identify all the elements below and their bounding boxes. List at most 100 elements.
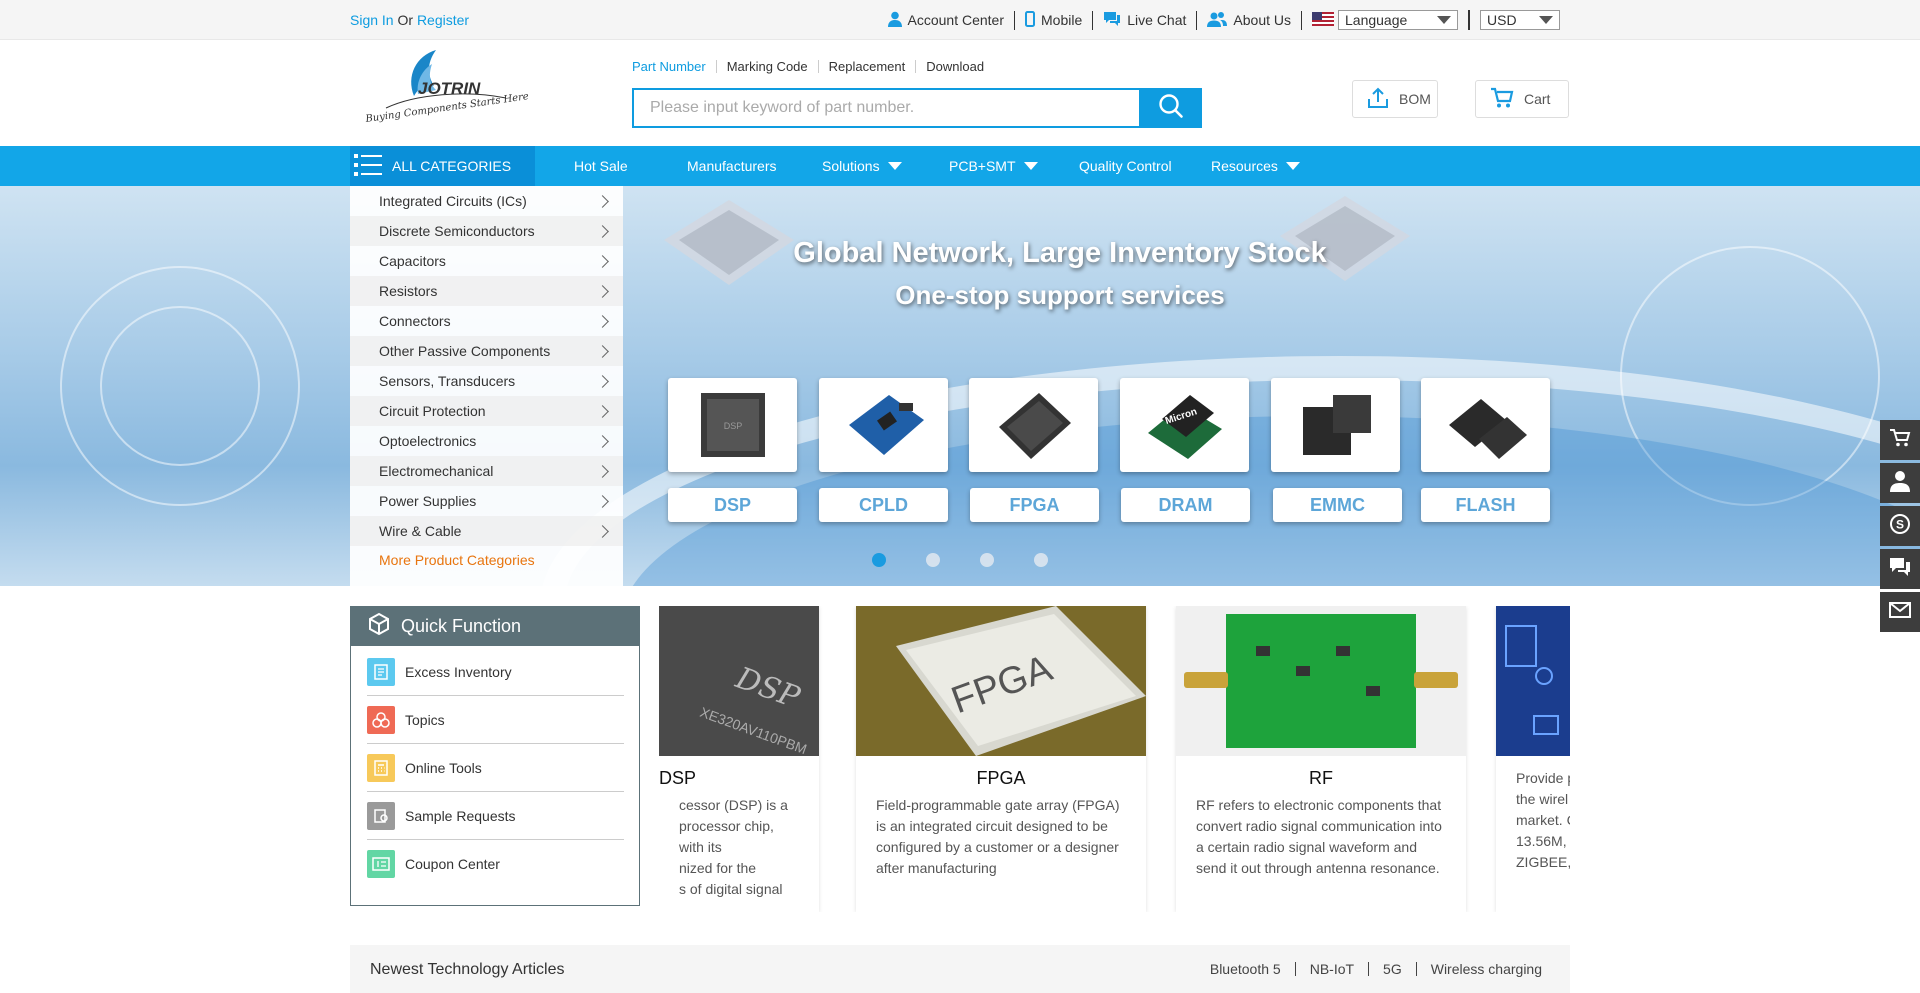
category-item[interactable]: Wire & Cable	[350, 516, 623, 546]
cpld-board-image[interactable]	[819, 378, 948, 472]
tag-wireless-charging[interactable]: Wireless charging	[1415, 962, 1556, 976]
chip-label-dsp[interactable]: DSP	[668, 488, 797, 522]
search-icon	[1158, 93, 1184, 124]
chip-label-flash[interactable]: FLASH	[1421, 488, 1550, 522]
quick-sample-requests[interactable]: Sample Requests	[367, 792, 624, 840]
category-item[interactable]: Connectors	[350, 306, 623, 336]
category-label: Discrete Semiconductors	[379, 223, 535, 239]
category-item[interactable]: Discrete Semiconductors	[350, 216, 623, 246]
product-card-desc: Provide p the wirel market. C 13.56M, ZI…	[1496, 768, 1570, 873]
hero-banner[interactable]: Global Network, Large Inventory Stock On…	[0, 186, 1920, 586]
search-tabs: Part Number Marking Code Replacement Dow…	[632, 60, 994, 73]
product-card-dsp[interactable]: DSP XE320AV110PBM DSP cessor (DSP) is a p…	[659, 606, 819, 912]
desc-line: 13.56M,	[1516, 833, 1567, 849]
carousel-dot-2[interactable]	[926, 553, 940, 567]
chip-label-emmc[interactable]: EMMC	[1273, 488, 1402, 522]
category-item[interactable]: Power Supplies	[350, 486, 623, 516]
tag-nb-iot[interactable]: NB-IoT	[1294, 962, 1368, 976]
category-item[interactable]: Resistors	[350, 276, 623, 306]
tag-bluetooth-5[interactable]: Bluetooth 5	[1196, 962, 1295, 976]
carousel-dot-4[interactable]	[1034, 553, 1048, 567]
flash-chip-image[interactable]	[1421, 378, 1550, 472]
nav-manufacturers[interactable]: Manufacturers	[687, 146, 776, 186]
category-label: Electromechanical	[379, 463, 494, 479]
all-categories-button[interactable]: ALL CATEGORIES	[350, 146, 535, 186]
category-item[interactable]: Optoelectronics	[350, 426, 623, 456]
jotrin-logo[interactable]: JOTRIN Buying Components Starts Here	[356, 46, 531, 138]
tab-replacement[interactable]: Replacement	[817, 60, 916, 73]
technology-articles-bar: Newest Technology Articles Bluetooth 5 N…	[350, 945, 1570, 993]
coupon-icon	[367, 850, 395, 878]
category-item[interactable]: Other Passive Components	[350, 336, 623, 366]
chip-label-dram[interactable]: DRAM	[1121, 488, 1250, 522]
category-label: Other Passive Components	[379, 343, 551, 359]
team-icon	[1207, 11, 1228, 30]
sidebar-email-button[interactable]	[1880, 592, 1920, 632]
category-item[interactable]: Sensors, Transducers	[350, 366, 623, 396]
category-item[interactable]: Integrated Circuits (ICs)	[350, 186, 623, 216]
currency-select[interactable]: USD	[1480, 10, 1560, 30]
live-chat-link[interactable]: Live Chat	[1093, 10, 1198, 30]
fpga-card-image: FPGA	[856, 606, 1146, 756]
mobile-link[interactable]: Mobile	[1015, 10, 1094, 30]
tag-5g[interactable]: 5G	[1368, 962, 1416, 976]
us-flag-icon	[1312, 11, 1334, 29]
nav-pcb-smt[interactable]: PCB+SMT	[949, 146, 1038, 186]
sidebar-skype-button[interactable]: S	[1880, 506, 1920, 546]
svg-text:S: S	[1896, 517, 1904, 531]
sign-in-link[interactable]: Sign In	[350, 12, 394, 28]
nav-manufacturers-label: Manufacturers	[687, 158, 777, 174]
emmc-chip-image[interactable]	[1271, 378, 1400, 472]
banner-title: Global Network, Large Inventory Stock	[793, 237, 1327, 269]
category-item[interactable]: Capacitors	[350, 246, 623, 276]
currency-value: USD	[1487, 12, 1517, 28]
bom-label: BOM	[1399, 91, 1431, 107]
about-us-link[interactable]: About Us	[1197, 10, 1302, 30]
category-label: Connectors	[379, 313, 451, 329]
tab-part-number[interactable]: Part Number	[632, 60, 716, 73]
product-card-title: FPGA	[976, 768, 1026, 788]
account-center-link[interactable]: Account Center	[878, 10, 1015, 30]
bom-button[interactable]: BOM	[1352, 80, 1438, 118]
cart-button[interactable]: Cart	[1475, 80, 1569, 118]
dsp-chip-image[interactable]: DSP	[668, 378, 797, 472]
fpga-chip-image[interactable]	[969, 378, 1098, 472]
mobile-icon	[1025, 10, 1035, 30]
chevron-down-icon	[1285, 162, 1300, 170]
product-card-title: DSP	[659, 768, 697, 788]
sidebar-account-button[interactable]	[1880, 463, 1920, 503]
desc-line: convert radio signal communication into	[1196, 818, 1442, 834]
user-icon	[1890, 470, 1910, 497]
more-categories-link[interactable]: More Product Categories	[350, 546, 623, 574]
product-card-fpga[interactable]: FPGA FPGA Field-programmable gate array …	[856, 606, 1146, 912]
mail-icon	[1889, 601, 1911, 623]
register-link[interactable]: Register	[417, 12, 469, 28]
top-bar-links: Account Center Mobile Live Chat About Us…	[878, 0, 1571, 40]
carousel-dot-1[interactable]	[872, 553, 886, 567]
chip-label-fpga[interactable]: FPGA	[970, 488, 1099, 522]
chip-label-cpld[interactable]: CPLD	[819, 488, 948, 522]
search-input[interactable]	[634, 90, 1134, 126]
tab-marking-code[interactable]: Marking Code	[715, 60, 818, 73]
language-select[interactable]: Language	[1338, 10, 1458, 30]
nav-quality-control[interactable]: Quality Control	[1079, 146, 1172, 186]
desc-line: s of digital signal	[679, 881, 783, 897]
search-button[interactable]	[1139, 88, 1202, 128]
tab-download[interactable]: Download	[915, 60, 994, 73]
carousel-dot-3[interactable]	[980, 553, 994, 567]
product-card-rf[interactable]: RF RF refers to electronic components th…	[1176, 606, 1466, 912]
category-item[interactable]: Electromechanical	[350, 456, 623, 486]
quick-excess-inventory[interactable]: Excess Inventory	[367, 648, 624, 696]
category-item[interactable]: Circuit Protection	[350, 396, 623, 426]
quick-coupon-center[interactable]: Coupon Center	[367, 840, 624, 888]
sidebar-cart-button[interactable]	[1880, 420, 1920, 460]
cart-label: Cart	[1524, 91, 1551, 107]
dram-chip-image[interactable]: Micron	[1120, 378, 1249, 472]
quick-online-tools[interactable]: Online Tools	[367, 744, 624, 792]
nav-resources[interactable]: Resources	[1211, 146, 1300, 186]
product-card-wireless[interactable]: Provide p the wirel market. C 13.56M, ZI…	[1496, 606, 1570, 912]
nav-hot-sale[interactable]: Hot Sale	[574, 146, 628, 186]
nav-solutions[interactable]: Solutions	[822, 146, 902, 186]
sidebar-chat-button[interactable]	[1880, 549, 1920, 589]
quick-topics[interactable]: Topics	[367, 696, 624, 744]
